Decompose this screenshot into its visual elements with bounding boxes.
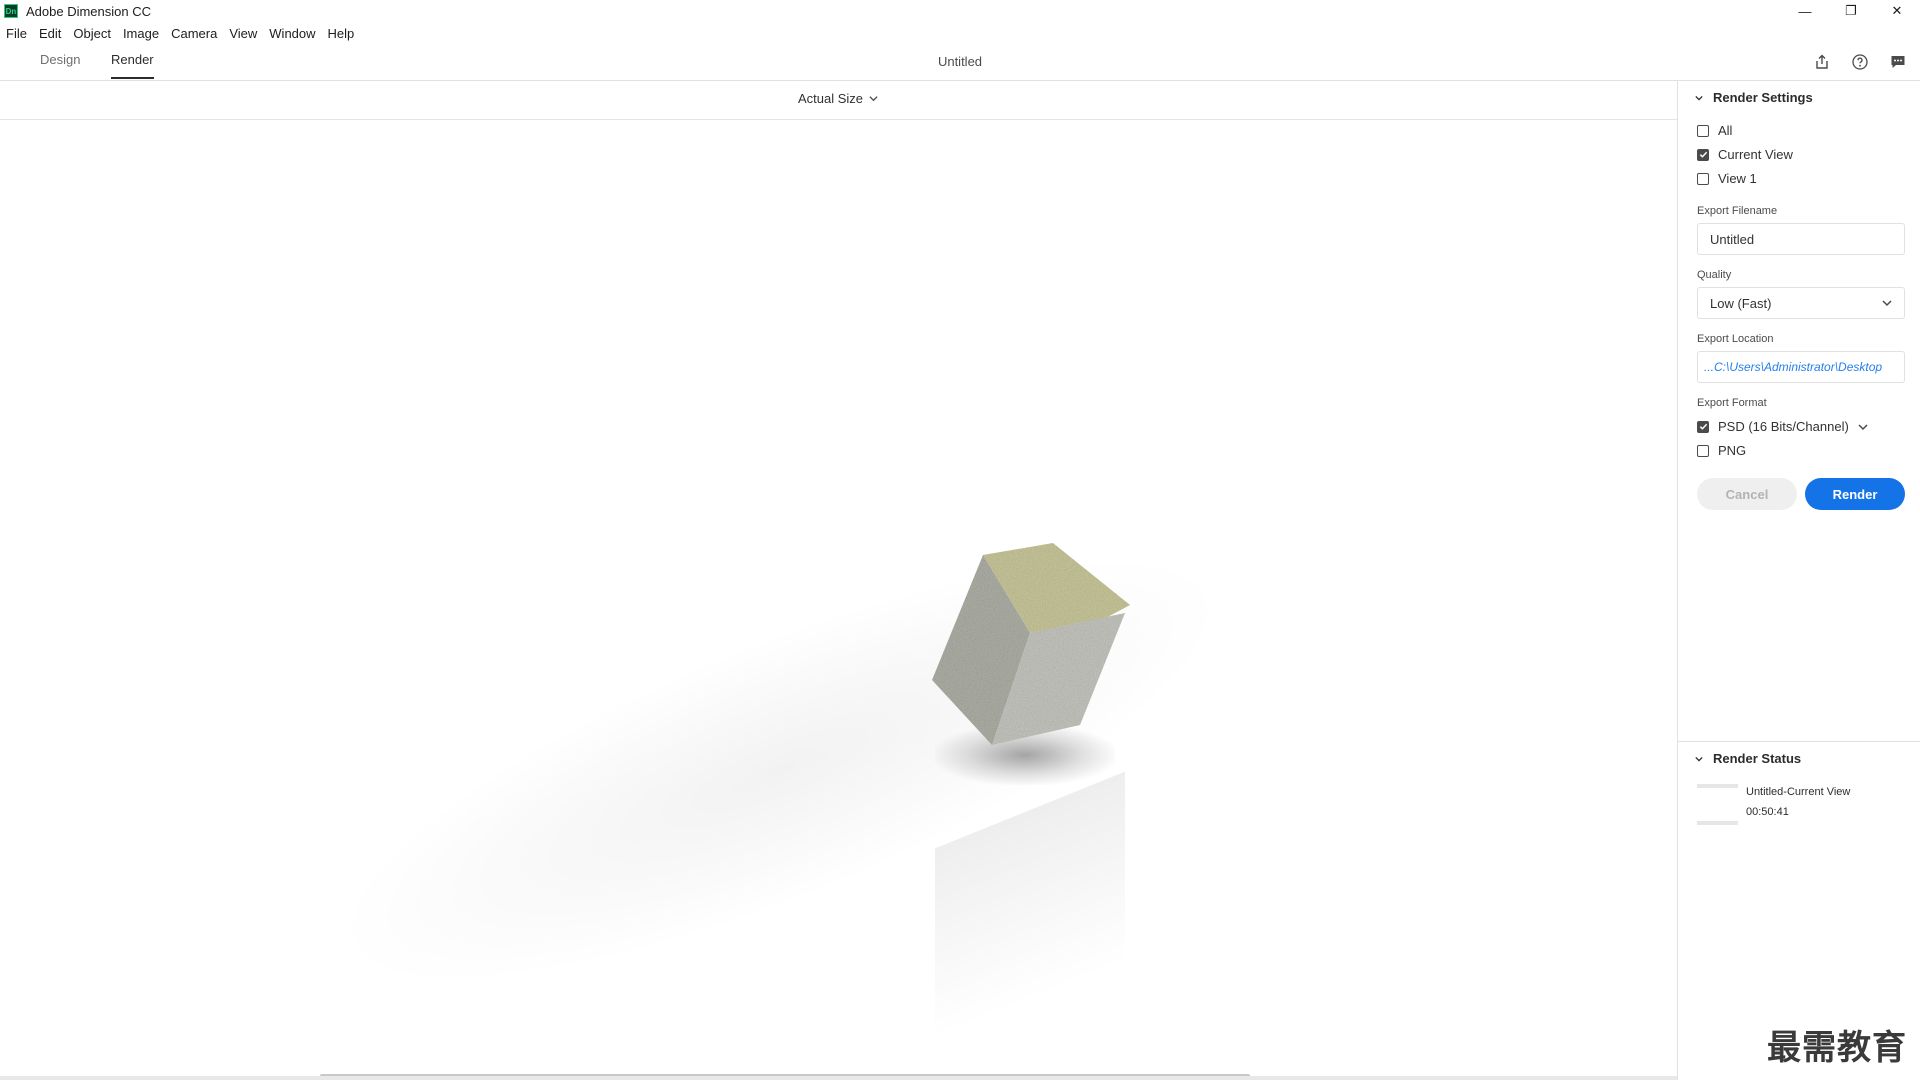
watermark-logo: 最需教育 — [1767, 1029, 1907, 1067]
tab-render[interactable]: Render — [111, 52, 154, 79]
quality-value: Low (Fast) — [1710, 295, 1772, 311]
menu-bar: File Edit Object Image Camera View Windo… — [0, 22, 1920, 44]
feedback-icon[interactable] — [1888, 52, 1908, 72]
view-1-checkbox[interactable]: View 1 — [1697, 171, 1757, 186]
render-settings-panel: Render Settings All Current View View 1 … — [1677, 81, 1920, 1080]
share-icon[interactable] — [1812, 52, 1832, 72]
chevron-down-icon — [1695, 756, 1703, 762]
quality-dropdown[interactable]: Low (Fast) — [1697, 287, 1905, 319]
view-all-checkbox[interactable]: All — [1697, 123, 1732, 138]
format-psd-checkbox[interactable]: PSD (16 Bits/Channel) — [1697, 419, 1868, 434]
format-png-label: PNG — [1718, 443, 1747, 458]
export-filename-value: Untitled — [1710, 231, 1755, 247]
menu-help[interactable]: Help — [322, 26, 361, 41]
render-item-time: 00:50:41 — [1746, 806, 1789, 818]
app-title: Adobe Dimension CC — [26, 3, 152, 19]
export-filename-field[interactable]: Untitled — [1697, 223, 1905, 255]
menu-edit[interactable]: Edit — [33, 26, 67, 41]
title-bar: Dn Adobe Dimension CC — ❐ ✕ — [0, 0, 1920, 22]
export-filename-label: Export Filename — [1697, 205, 1778, 217]
view-current-checkbox[interactable]: Current View — [1697, 147, 1793, 162]
export-location-field[interactable]: ...C:\Users\Administrator\Desktop — [1697, 351, 1905, 383]
chevron-down-icon — [1695, 95, 1703, 101]
checkbox-checked-icon — [1697, 420, 1709, 433]
render-status-header[interactable]: Render Status — [1695, 751, 1801, 766]
chevron-down-icon — [1882, 300, 1892, 307]
format-psd-label: PSD (16 Bits/Channel) — [1718, 419, 1849, 434]
checkbox-icon — [1697, 444, 1709, 457]
checkbox-icon — [1697, 172, 1709, 185]
export-location-value: ...C:\Users\Administrator\Desktop — [1704, 360, 1883, 374]
chevron-down-icon[interactable] — [1858, 422, 1868, 432]
menu-camera[interactable]: Camera — [165, 26, 223, 41]
menu-window[interactable]: Window — [263, 26, 321, 41]
view-current-label: Current View — [1718, 147, 1793, 162]
checkbox-icon — [1697, 124, 1709, 137]
format-png-checkbox[interactable]: PNG — [1697, 443, 1746, 458]
chevron-down-icon — [869, 91, 878, 106]
view-all-label: All — [1718, 123, 1733, 138]
render-button[interactable]: Render — [1805, 478, 1905, 510]
export-format-label: Export Format — [1697, 397, 1767, 409]
minimize-button[interactable]: — — [1782, 0, 1828, 22]
close-button[interactable]: ✕ — [1874, 0, 1920, 22]
cancel-button[interactable]: Cancel — [1697, 478, 1797, 510]
menu-view[interactable]: View — [223, 26, 263, 41]
zoom-dropdown[interactable]: Actual Size — [798, 91, 878, 106]
view-1-label: View 1 — [1718, 171, 1757, 186]
document-title: Untitled — [937, 54, 983, 69]
window-controls: — ❐ ✕ — [1782, 0, 1920, 22]
export-location-label: Export Location — [1697, 333, 1774, 345]
zoom-label: Actual Size — [798, 91, 864, 106]
help-icon[interactable] — [1850, 52, 1870, 72]
stone-cube — [932, 543, 1130, 745]
render-status-title: Render Status — [1713, 751, 1802, 766]
menu-object[interactable]: Object — [67, 26, 117, 41]
render-settings-header[interactable]: Render Settings — [1695, 90, 1813, 105]
app-logo-icon: Dn — [4, 4, 18, 18]
bottom-edge — [0, 1076, 1920, 1080]
canvas-toolbar: Actual Size — [0, 81, 1677, 120]
tab-design[interactable]: Design — [40, 52, 80, 77]
quality-label: Quality — [1697, 269, 1732, 281]
render-item-name: Untitled-Current View — [1746, 786, 1851, 798]
render-settings-title: Render Settings — [1713, 90, 1813, 105]
menu-file[interactable]: File — [0, 26, 33, 41]
panel-divider — [1678, 741, 1920, 742]
checkbox-checked-icon — [1697, 148, 1709, 161]
render-thumbnail[interactable] — [1697, 784, 1738, 825]
menu-image[interactable]: Image — [117, 26, 165, 41]
workspace-bar: Design Render Untitled — [0, 44, 1920, 81]
restore-button[interactable]: ❐ — [1828, 0, 1874, 22]
render-canvas[interactable] — [0, 120, 1670, 1075]
